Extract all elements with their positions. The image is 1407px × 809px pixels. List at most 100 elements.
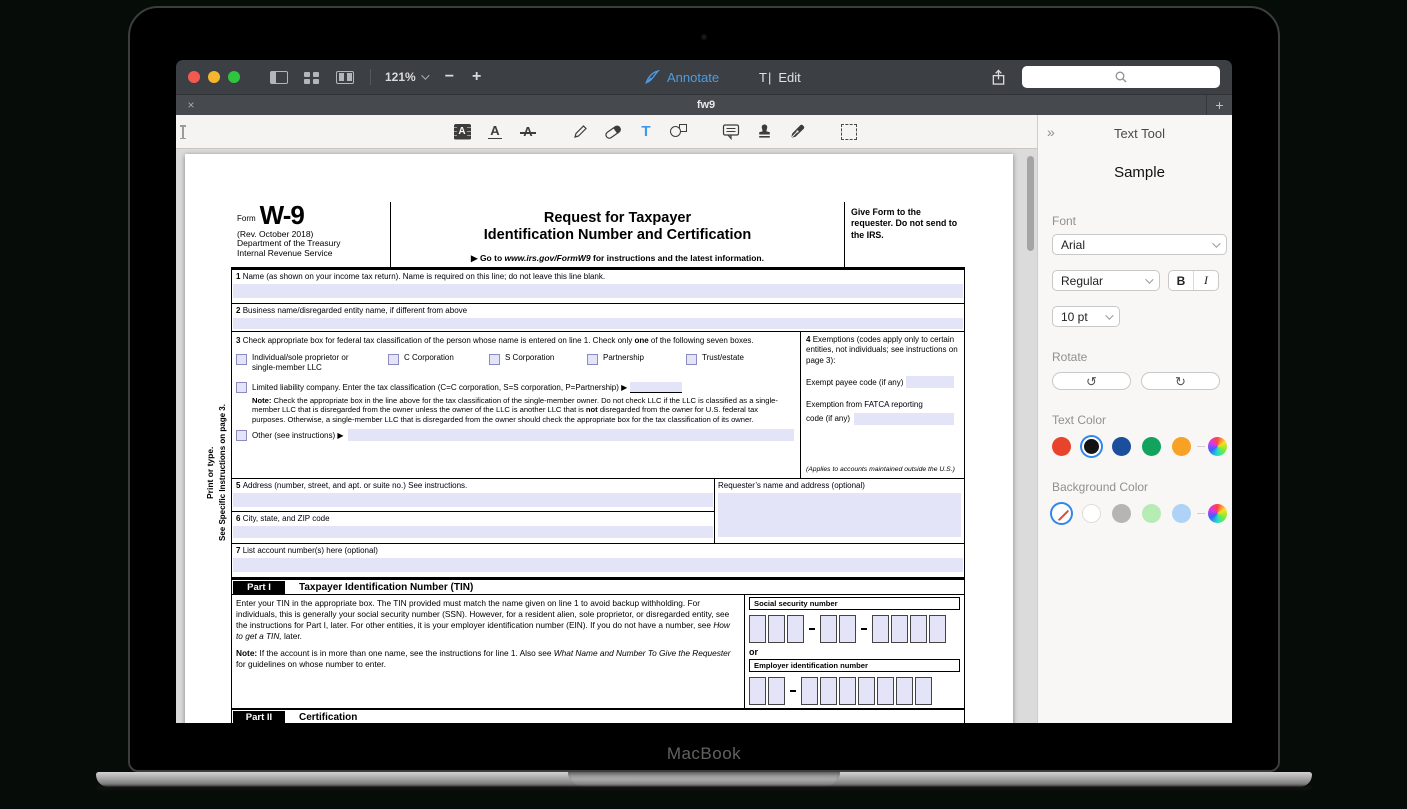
exempt-payee-input[interactable] <box>906 376 954 388</box>
pdf-page[interactable]: Print or type. See Specific Instructions… <box>185 154 1013 723</box>
text-color-blue[interactable] <box>1112 437 1131 456</box>
minimize-window-button[interactable] <box>208 71 220 83</box>
font-style-value: Regular <box>1061 274 1103 288</box>
text-cursor-icon: T| <box>759 70 772 85</box>
background-color-section-label: Background Color <box>1052 480 1227 494</box>
checkbox-llc[interactable] <box>236 382 247 393</box>
address-label: Address (number, street, and apt. or sui… <box>243 481 468 490</box>
fatca-code-input[interactable] <box>854 413 954 425</box>
business-name-input-field[interactable] <box>233 318 963 329</box>
tab-title[interactable]: fw9 <box>206 99 1206 111</box>
screenshot-stage: 121% − + Annotate T| Edit <box>0 0 1407 809</box>
italic-button[interactable]: I <box>1194 271 1218 290</box>
strikethrough-text-tool[interactable]: A <box>518 121 538 143</box>
checkbox-trust-estate[interactable] <box>686 354 697 365</box>
part2-header: Part II Certification <box>232 708 964 723</box>
form-line-7: 7 List account number(s) here (optional) <box>232 544 964 578</box>
signature-tool[interactable] <box>787 121 807 143</box>
stamp-tool[interactable] <box>754 121 774 143</box>
background-color-green[interactable] <box>1142 504 1161 523</box>
ssn-boxes[interactable] <box>749 615 960 643</box>
tax-classification-checkboxes: Individual/sole proprietor or single-mem… <box>236 353 796 373</box>
edit-mode-button[interactable]: T| Edit <box>759 70 801 85</box>
text-color-orange[interactable] <box>1172 437 1191 456</box>
city-state-zip-input[interactable] <box>233 526 713 538</box>
bold-button[interactable]: B <box>1169 271 1194 290</box>
stamp-icon <box>756 123 773 140</box>
annotate-mode-button[interactable]: Annotate <box>644 69 719 85</box>
highlighter-icon: A <box>454 124 471 140</box>
ein-boxes[interactable] <box>749 677 960 705</box>
checkbox-s-corporation[interactable] <box>489 354 500 365</box>
two-page-view-icon[interactable] <box>336 71 354 84</box>
rotate-clockwise-button[interactable]: ↻ <box>1141 372 1220 390</box>
search-icon <box>1115 71 1128 84</box>
share-icon[interactable] <box>991 69 1006 86</box>
macbook-base-notch <box>568 772 840 787</box>
vertical-scrollbar[interactable] <box>1027 156 1034 251</box>
or-label: or <box>749 647 960 657</box>
eraser-tool[interactable] <box>603 121 623 143</box>
zoom-out-button[interactable]: − <box>445 68 454 86</box>
fatca-label-line2: code (if any) <box>806 414 850 424</box>
background-color-wheel[interactable] <box>1208 504 1227 523</box>
line1-label: Name (as shown on your income tax return… <box>243 272 605 281</box>
highlight-text-tool[interactable]: A <box>452 121 472 143</box>
checkbox-other[interactable] <box>236 430 247 441</box>
checkbox-individual[interactable] <box>236 354 247 365</box>
form-goto-line: ▶ Go to www.irs.gov/FormW9 for instructi… <box>391 253 844 264</box>
requester-input-field[interactable] <box>718 493 961 537</box>
name-input-field[interactable] <box>233 284 963 298</box>
background-color-gray[interactable] <box>1112 504 1131 523</box>
checkbox-c-corporation[interactable] <box>388 354 399 365</box>
address-input-field[interactable] <box>233 493 713 507</box>
background-color-blue[interactable] <box>1172 504 1191 523</box>
other-label: Other (see instructions) ▶ <box>252 431 344 440</box>
background-color-none-selected[interactable] <box>1052 504 1071 523</box>
checkbox-partnership[interactable] <box>587 354 598 365</box>
tab-close-button[interactable]: × <box>176 98 206 112</box>
llc-label: Limited liability company. Enter the tax… <box>252 383 627 392</box>
text-color-green[interactable] <box>1142 437 1161 456</box>
zoom-window-button[interactable] <box>228 71 240 83</box>
pencil-tool[interactable] <box>570 121 590 143</box>
toolbar-right-group <box>991 66 1220 88</box>
toolbar-drag-handle[interactable] <box>182 125 184 139</box>
zoom-in-button[interactable]: + <box>472 68 481 86</box>
close-window-button[interactable] <box>188 71 200 83</box>
fountain-pen-icon <box>789 123 806 140</box>
exemptions-label: Exemptions (codes apply only to certain … <box>806 335 958 365</box>
account-numbers-label: List account number(s) here (optional) <box>243 546 378 555</box>
part1-title: Taxpayer Identification Number (TIN) <box>299 582 473 593</box>
comment-tool[interactable] <box>721 121 741 143</box>
new-tab-button[interactable]: + <box>1206 95 1232 115</box>
fatca-label-line1: Exemption from FATCA reporting <box>806 400 960 410</box>
form-lines-3-4: 3 Check appropriate box for federal tax … <box>232 332 964 479</box>
sidebar-panel-icon[interactable] <box>270 71 288 84</box>
chevron-down-icon <box>1145 275 1153 283</box>
select-marquee-tool[interactable] <box>839 121 859 143</box>
city-state-zip-label: City, state, and ZIP code <box>243 514 330 523</box>
font-size-select[interactable]: 10 pt <box>1052 306 1120 327</box>
form-line-5: 5 Address (number, street, and apt. or s… <box>232 479 714 512</box>
other-input-field[interactable] <box>348 429 794 441</box>
font-style-select[interactable]: Regular <box>1052 270 1160 291</box>
document-viewport[interactable]: Print or type. See Specific Instructions… <box>176 149 1037 723</box>
llc-classification-input[interactable] <box>630 382 682 393</box>
background-color-white[interactable] <box>1082 504 1101 523</box>
text-tool-active[interactable]: T <box>636 121 656 143</box>
font-family-select[interactable]: Arial <box>1052 234 1227 255</box>
zoom-level-control[interactable]: 121% <box>385 70 427 84</box>
shapes-tool[interactable] <box>669 121 689 143</box>
underline-text-tool[interactable]: A <box>485 121 505 143</box>
collapse-sidebar-button[interactable]: » <box>1047 124 1055 140</box>
tax-classification-cell: 3 Check appropriate box for federal tax … <box>232 332 801 478</box>
part2-label: Part II <box>233 711 285 724</box>
rotate-counterclockwise-button[interactable]: ↺ <box>1052 372 1131 390</box>
text-color-wheel[interactable] <box>1208 437 1227 456</box>
text-color-black-selected[interactable] <box>1082 437 1101 456</box>
text-color-section-label: Text Color <box>1052 413 1227 427</box>
text-color-red[interactable] <box>1052 437 1071 456</box>
thumbnail-grid-icon[interactable] <box>303 71 321 84</box>
account-numbers-input[interactable] <box>233 558 963 572</box>
